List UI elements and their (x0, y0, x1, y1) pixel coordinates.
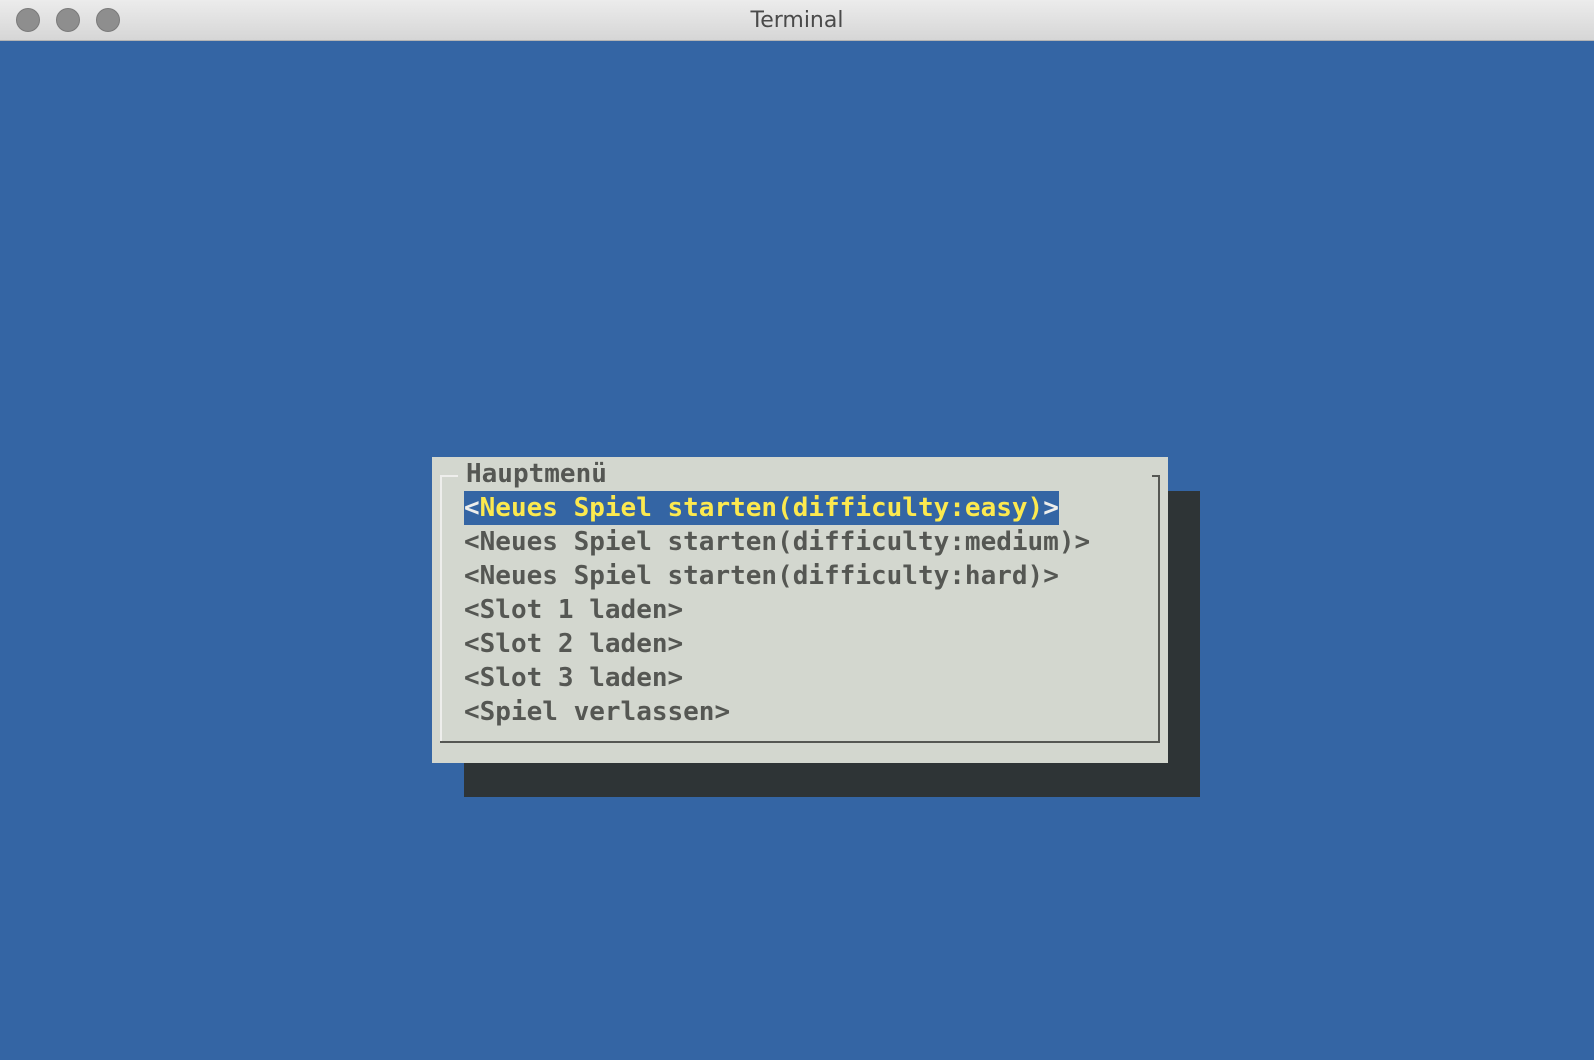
menu-item-label: Slot 2 laden (479, 629, 668, 659)
dialog-frame-left (440, 475, 442, 743)
menu-item-bracket-open: < (464, 697, 480, 727)
dialog-frame-bottom (440, 741, 1160, 743)
dialog-frame-top-right (1152, 475, 1160, 477)
menu-item-bracket-close: > (1043, 493, 1059, 523)
menu-item-label: Neues Spiel starten(difficulty:hard) (479, 561, 1044, 591)
menu-item-new-game-hard[interactable]: < Neues Spiel starten(difficulty:hard) > (464, 559, 1059, 593)
menu-item-bracket-open: < (464, 561, 480, 591)
dialog-frame-top-left (440, 475, 458, 477)
menu-item-bracket-close: > (1074, 527, 1091, 557)
terminal-window: Terminal Hauptmenü < Neues Spiel starten… (0, 0, 1594, 1060)
menu-item-bracket-open: < (464, 595, 480, 625)
menu-item-bracket-close: > (714, 697, 731, 727)
title-bar: Terminal (0, 0, 1594, 41)
menu-item-label: Slot 3 laden (479, 663, 668, 693)
menu-item-bracket-close: > (667, 629, 684, 659)
main-menu-list: < Neues Spiel starten(difficulty:easy) >… (464, 491, 1090, 729)
menu-item-quit-game[interactable]: < Spiel verlassen > (464, 695, 730, 729)
dialog-frame-right (1158, 475, 1160, 743)
dialog-title: Hauptmenü (464, 457, 609, 491)
menu-item-bracket-close: > (667, 663, 684, 693)
menu-item-label: Spiel verlassen (479, 697, 715, 727)
menu-item-label: Neues Spiel starten(difficulty:easy) (479, 493, 1044, 523)
menu-item-bracket-close: > (667, 595, 684, 625)
terminal-content: Hauptmenü < Neues Spiel starten(difficul… (0, 41, 1594, 1060)
window-title: Terminal (750, 8, 844, 33)
menu-item-bracket-open: < (464, 493, 480, 523)
menu-item-bracket-open: < (464, 527, 480, 557)
menu-item-load-slot-2[interactable]: < Slot 2 laden > (464, 627, 683, 661)
menu-item-load-slot-3[interactable]: < Slot 3 laden > (464, 661, 683, 695)
menu-item-label: Neues Spiel starten(difficulty:medium) (479, 527, 1075, 557)
menu-item-bracket-open: < (464, 629, 480, 659)
menu-item-load-slot-1[interactable]: < Slot 1 laden > (464, 593, 683, 627)
menu-item-bracket-open: < (464, 663, 480, 693)
menu-item-new-game-medium[interactable]: < Neues Spiel starten(difficulty:medium)… (464, 525, 1090, 559)
menu-item-bracket-close: > (1043, 561, 1059, 591)
menu-item-label: Slot 1 laden (479, 595, 668, 625)
main-menu-dialog: Hauptmenü < Neues Spiel starten(difficul… (432, 457, 1168, 763)
menu-item-new-game-easy[interactable]: < Neues Spiel starten(difficulty:easy) > (464, 491, 1059, 525)
